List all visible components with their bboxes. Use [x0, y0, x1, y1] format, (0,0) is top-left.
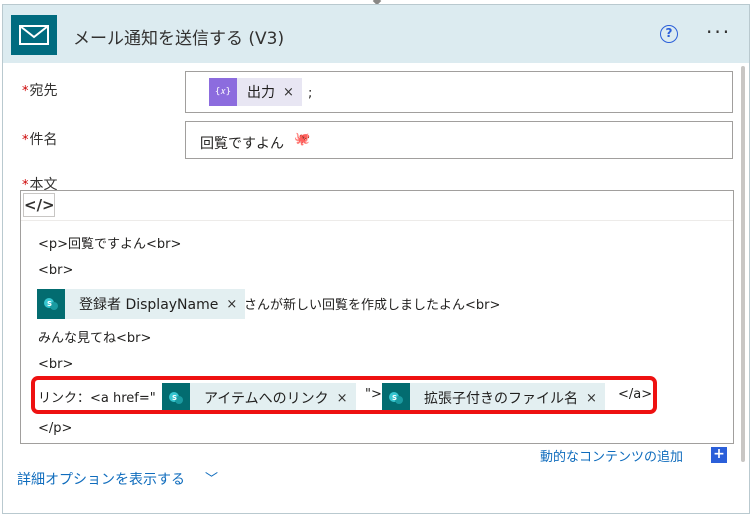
svg-text:S: S — [47, 300, 52, 308]
remove-token-icon[interactable]: × — [283, 85, 294, 100]
to-separator: ; — [308, 86, 313, 101]
registrant-displayname-token[interactable]: S 登録者 DisplayName × — [37, 289, 246, 319]
add-dynamic-content-link[interactable]: 動的なコンテンツの追加 — [540, 446, 683, 465]
scrollbar[interactable] — [741, 66, 745, 462]
chevron-down-icon[interactable]: ﹀ — [205, 468, 218, 487]
code-view-button[interactable]: </> — [23, 193, 55, 217]
subject-label-text: 件名 — [29, 132, 58, 148]
output-token-label: 出力 — [247, 85, 275, 101]
remove-token-icon[interactable]: × — [226, 297, 237, 312]
octopus-emoji: 🐙 — [294, 132, 311, 147]
show-advanced-options-link[interactable]: 詳細オプションを表示する — [17, 469, 185, 489]
red-highlight-box — [31, 376, 657, 414]
subject-label: *件名 — [22, 129, 58, 149]
toolbar-divider — [21, 220, 733, 221]
subject-field[interactable]: 回覧ですよん 🐙 — [185, 121, 733, 159]
help-icon[interactable]: ? — [660, 25, 678, 43]
more-options-icon[interactable]: ··· — [706, 22, 731, 42]
expression-icon: {𝑥} — [209, 78, 237, 106]
add-dynamic-content-plus-icon[interactable]: + — [711, 447, 727, 463]
card-title: メール通知を送信する (V3) — [73, 29, 285, 49]
body-line-1: <p>回覧ですよん<br> — [38, 237, 182, 252]
body-line-4: みんな見てね<br> — [38, 331, 152, 346]
output-token[interactable]: {𝑥} 出力 × — [209, 78, 302, 106]
subject-value: 回覧ですよん — [200, 136, 284, 152]
card-header[interactable]: メール通知を送信する (V3) ? ··· — [3, 5, 749, 63]
to-label: *宛先 — [22, 80, 58, 100]
token-label: 登録者 DisplayName — [79, 297, 219, 313]
to-label-text: 宛先 — [29, 83, 58, 99]
to-field[interactable]: {𝑥} 出力 × ; — [185, 71, 733, 113]
required-marker: * — [22, 133, 29, 148]
body-line-5: <br> — [38, 357, 74, 372]
body-line-3-text: さんが新しい回覧を作成しましたよん<br> — [244, 298, 501, 313]
body-line-2: <br> — [38, 263, 74, 278]
mail-icon — [11, 15, 57, 55]
sharepoint-icon: S — [37, 289, 65, 319]
required-marker: * — [22, 84, 29, 99]
body-line-7: </p> — [38, 421, 73, 436]
